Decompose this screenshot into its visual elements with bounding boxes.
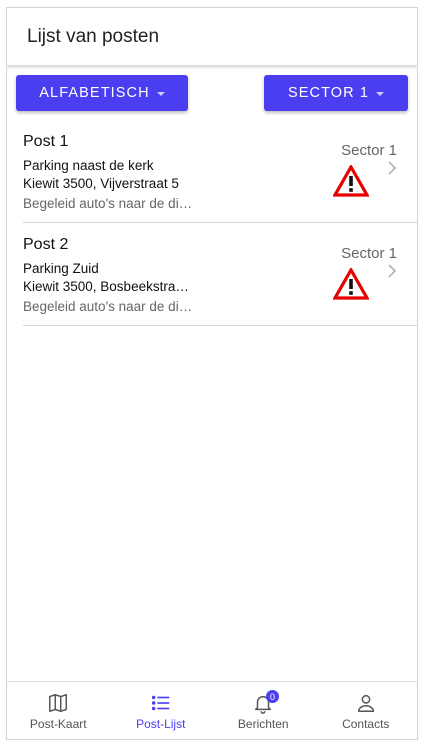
warning-icon [333, 165, 369, 197]
post-location: Parking naast de kerk [23, 158, 154, 173]
post-location: Parking Zuid [23, 261, 99, 276]
post-description: Begeleid auto's naar de di… [23, 299, 193, 314]
post-list-item[interactable]: Post 2 Parking Zuid Kiewit 3500, Bosbeek… [23, 223, 417, 326]
sector-dropdown-button[interactable]: SECTOR 1 [264, 75, 408, 111]
warning-icon [333, 268, 369, 300]
notification-badge: 0 [266, 690, 279, 703]
tab-label: Post-Kaart [29, 717, 87, 731]
map-icon [49, 694, 68, 712]
post-sector: Sector 1 [341, 142, 397, 159]
tab-post-lijst[interactable]: Post-Lijst [110, 682, 213, 739]
sort-dropdown-button[interactable]: ALFABETISCH [16, 75, 188, 111]
sort-dropdown-label: ALFABETISCH [39, 85, 150, 101]
post-list: Post 1 Parking naast de kerk Kiewit 3500… [7, 120, 417, 326]
page-title: Lijst van posten [27, 25, 160, 47]
chevron-right-icon [388, 264, 397, 278]
tab-label: Post-Lijst [136, 717, 186, 731]
tab-label: Berichten [237, 717, 289, 731]
app-header: Lijst van posten [7, 8, 417, 65]
app-frame: Lijst van posten ALFABETISCH SECTOR 1 Po… [6, 7, 418, 740]
person-icon [357, 694, 374, 712]
chevron-right-icon [388, 161, 397, 175]
post-address: Kiewit 3500, Vijverstraat 5 [23, 176, 179, 191]
caret-down-icon [376, 91, 385, 96]
tab-contacts[interactable]: Contacts [315, 682, 418, 739]
list-icon [151, 695, 169, 711]
bottom-tab-bar: Post-Kaart Post-Lijst 0 Berichten Contac… [7, 681, 417, 739]
tab-label: Contacts [342, 717, 390, 731]
filter-toolbar: ALFABETISCH SECTOR 1 [7, 65, 417, 120]
tab-berichten[interactable]: 0 Berichten [212, 682, 315, 739]
sector-dropdown-label: SECTOR 1 [287, 85, 370, 101]
post-name: Post 1 [23, 133, 69, 150]
post-sector: Sector 1 [341, 245, 397, 262]
post-address: Kiewit 3500, Bosbeekstra… [23, 279, 189, 294]
caret-down-icon [156, 91, 165, 96]
post-description: Begeleid auto's naar de di… [23, 196, 193, 211]
tab-post-kaart[interactable]: Post-Kaart [7, 682, 110, 739]
post-list-item[interactable]: Post 1 Parking naast de kerk Kiewit 3500… [23, 120, 417, 223]
post-name: Post 2 [23, 236, 69, 253]
